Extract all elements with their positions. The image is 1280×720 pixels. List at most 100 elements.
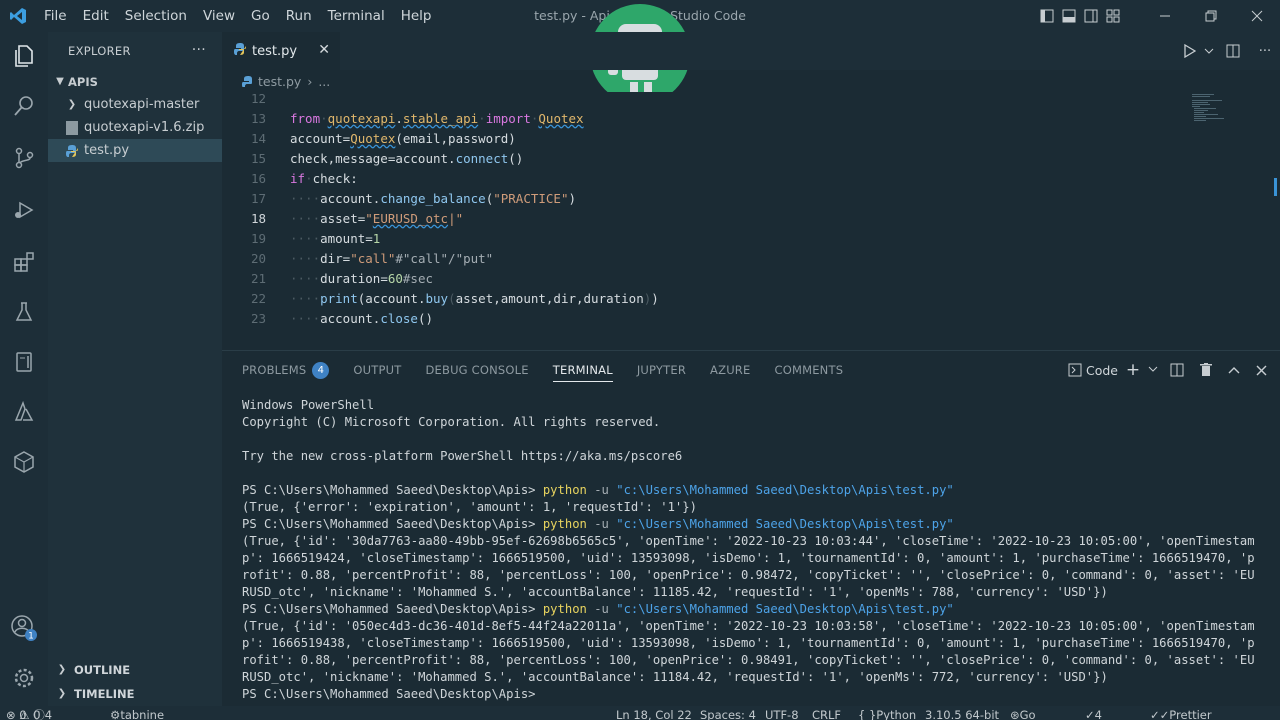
prettier-status[interactable]: ✓✓ Prettier [1150,706,1212,720]
menu-terminal[interactable]: Terminal [320,0,393,32]
code-text: ····asset="EURUSD_otc|" [290,210,464,226]
new-terminal-icon[interactable]: + [1122,360,1144,380]
restore-icon[interactable] [1188,0,1234,32]
source-control-icon[interactable] [0,134,48,182]
menu-go[interactable]: Go [243,0,278,32]
breadcrumb-more[interactable]: ... [318,74,330,89]
tab-azure[interactable]: AZURE [710,351,750,389]
code-line: 13 from·quotexapi.stable_api·import·Quot… [222,108,1272,128]
terminal-line: rofit': 0.88, 'percentProfit': 88, 'perc… [242,653,1255,667]
tab-comments[interactable]: COMMENTS [774,351,843,389]
split-terminal-icon[interactable] [1164,363,1190,377]
menu-view[interactable]: View [195,0,243,32]
minimap[interactable] [1188,92,1268,152]
tab-test-py[interactable]: test.py ✕ [222,32,340,70]
close-window-icon[interactable] [1234,0,1280,32]
golive-status[interactable]: ⊛ Go Live [1010,706,1036,720]
split-editor-icon[interactable] [1216,35,1250,67]
menu-selection[interactable]: Selection [117,0,195,32]
terminal-output[interactable]: Windows PowerShell Copyright (C) Microso… [242,397,1272,707]
terminal-command-line: PS C:\Users\Mohammed Saeed\Desktop\Apis>… [242,517,954,531]
indentation-status[interactable]: Spaces: 4 [700,706,756,720]
timeline-section[interactable]: ❯ TIMELINE [48,682,222,705]
line-number: 19 [250,230,266,246]
toggle-secondary-sidebar-icon[interactable] [1080,0,1102,32]
azure-icon[interactable] [0,388,48,436]
code-text: check,message=account.connect() [290,150,524,166]
terminal-line: (True, {'id': '30da7763-aa80-49bb-95ef-6… [242,534,1255,548]
more-actions-icon[interactable]: ··· [192,42,206,58]
terminal-shell-selector[interactable]: Code [1068,363,1118,378]
tree-item-zip[interactable]: quotexapi-v1.6.zip [48,116,222,139]
tabnine-status[interactable]: ⚙ tabnine starter [110,706,164,720]
language-status[interactable]: { } Python [858,706,916,720]
menu-file[interactable]: File [36,0,75,32]
line-number: 22 [250,290,266,306]
line-number: 16 [250,170,266,186]
code-text: from·quotexapi.stable_api·import·Quotex [290,110,584,126]
cursor-position[interactable]: Ln 18, Col 22 [616,706,692,720]
more-actions-icon[interactable]: ··· [1250,35,1280,67]
tab-jupyter[interactable]: JUPYTER [637,351,686,389]
remote-explorer-icon[interactable] [0,438,48,486]
encoding-status[interactable]: UTF-8 [765,706,799,720]
interpreter-status[interactable]: 3.10.5 64-bit [925,706,999,720]
code-text: ····account.close() [290,310,434,326]
workspace-label: APIS [68,74,98,89]
close-tab-icon[interactable]: ✕ [318,42,330,58]
chevron-up-icon[interactable] [1222,365,1246,375]
chevron-down-icon[interactable] [1148,363,1160,378]
chevron-down-icon[interactable] [1202,35,1216,67]
terminal-line: p': 1666519438, 'closeTimestamp': 166651… [242,636,1255,650]
trash-icon[interactable] [1194,363,1218,377]
tree-item-test-py[interactable]: test.py [48,139,222,162]
terminal-line: Copyright (C) Microsoft Corporation. All… [242,415,661,429]
jupyter-icon[interactable] [0,338,48,386]
chevron-right-icon: ❯ [57,688,67,699]
code-text: ····account.change_balance("PRACTICE") [290,190,577,206]
menu-run[interactable]: Run [278,0,320,32]
toggle-panel-icon[interactable] [1058,0,1080,32]
tab-terminal[interactable]: TERMINAL [552,351,613,389]
problems-status[interactable]: ⊗ 0 ⚠ 0 ⓘ 4 [6,706,52,720]
manage-gear-icon[interactable] [0,654,48,702]
terminal-line: Try the new cross-platform PowerShell ht… [242,449,683,463]
chevron-down-icon: ▼ [56,76,64,87]
terminal-line: (True, {'id': '050ec4d3-dc36-401d-8ef5-4… [242,619,1255,633]
menu-help[interactable]: Help [393,0,440,32]
minimize-icon[interactable] [1142,0,1188,32]
testing-icon[interactable] [0,288,48,336]
scrollbar-marker[interactable] [1274,178,1277,196]
tree-item-folder[interactable]: ❯ quotexapi-master [48,93,222,116]
breadcrumb-file[interactable]: test.py [258,74,301,89]
eol-status[interactable]: CRLF [812,706,841,720]
code-line: 23 ····account.close() [222,308,1272,328]
code-editor[interactable]: 12 13 from·quotexapi.stable_api·import·Q… [222,91,1272,350]
outline-section[interactable]: ❯ OUTLINE [48,658,222,681]
workspace-root[interactable]: ▼ APIS [48,70,222,93]
menu-edit[interactable]: Edit [75,0,117,32]
toggle-sidebar-icon[interactable] [1036,0,1058,32]
panel-actions: Code + [1068,351,1272,389]
tab-output[interactable]: OUTPUT [353,351,401,389]
customize-layout-icon[interactable] [1102,0,1124,32]
run-file-icon[interactable] [1176,35,1202,67]
close-panel-icon[interactable] [1250,365,1272,376]
code-line: 15 check,message=account.connect() [222,148,1272,168]
explorer-icon[interactable] [0,32,48,80]
tab-debug-console[interactable]: DEBUG CONSOLE [425,351,528,389]
spell-status[interactable]: ✓ 4 Spell [1085,706,1102,720]
explorer-title: EXPLORER [68,44,131,58]
search-icon[interactable] [0,82,48,130]
terminal-line: (True, {'error': 'expiration', 'amount':… [242,500,697,514]
code-line: 14 account=Quotex(email,password) [222,128,1272,148]
tab-problems[interactable]: PROBLEMS 4 [242,351,330,389]
accounts-icon[interactable]: 1 [0,604,48,652]
extensions-icon[interactable] [0,238,48,286]
terminal-line: RUSD_otc', 'nickname': 'Mohammed S.', 'a… [242,585,1108,599]
editor-actions: ··· [1176,32,1280,70]
run-debug-icon[interactable] [0,186,48,234]
terminal-line: rofit': 0.88, 'percentProfit': 88, 'perc… [242,568,1255,582]
zip-label: quotexapi-v1.6.zip [84,120,205,135]
